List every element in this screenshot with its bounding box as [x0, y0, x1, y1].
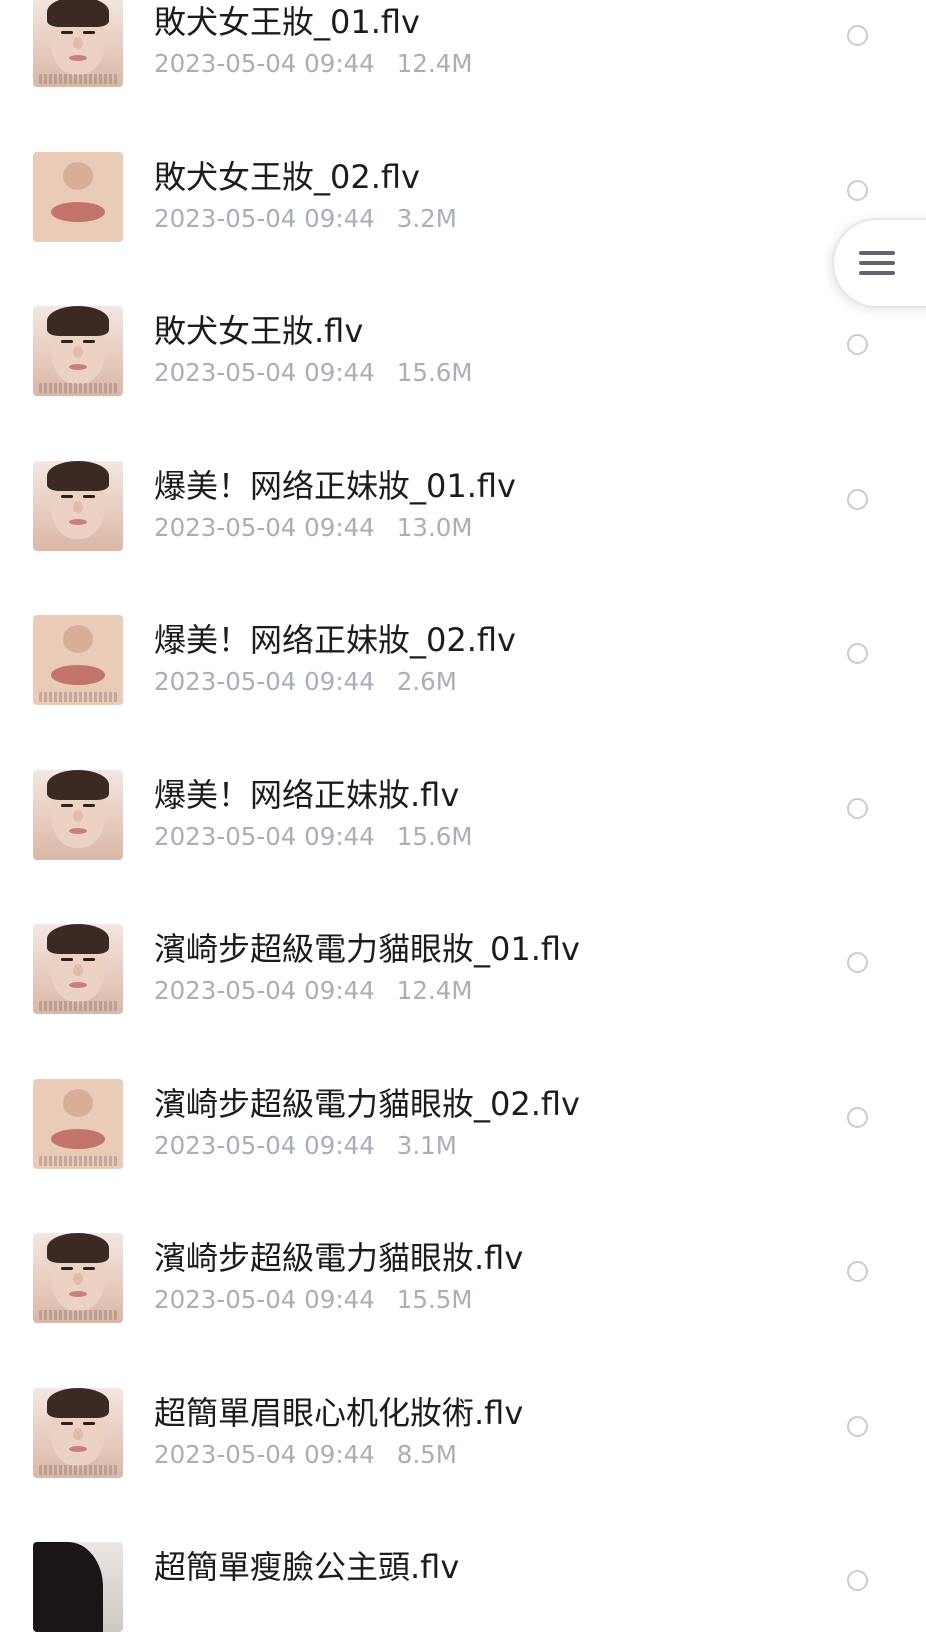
file-name: 超簡單瘦臉公主頭.flv: [154, 1548, 460, 1586]
list-item[interactable]: 敗犬女王妝_02.flv 2023-05-04 09:44 3.2M: [0, 41, 926, 242]
file-meta: [154, 1594, 176, 1624]
file-name: 超簡單眉眼心机化妝術.flv: [154, 1393, 524, 1432]
select-radio[interactable]: [847, 1570, 868, 1591]
file-name: 濱崎步超級電力貓眼妝_01.flv: [154, 930, 580, 968]
list-item[interactable]: 超簡單眉眼心机化妝術.flv 2023-05-04 09:44 8.5M: [0, 1277, 926, 1478]
file-name: 敗犬女王妝_02.flv: [154, 157, 420, 196]
list-item[interactable]: 濱崎步超級電力貓眼妝.flv 2023-05-04 09:44 15.5M: [0, 1122, 926, 1323]
list-item[interactable]: 濱崎步超級電力貓眼妝_02.flv 2023-05-04 09:44 3.1M: [0, 968, 926, 1169]
file-list: 敗犬女王妝_01.flv 2023-05-04 09:44 12.4M 敗犬女王妝…: [0, 0, 926, 1632]
file-name: 濱崎步超級電力貓眼妝.flv: [154, 1239, 524, 1277]
list-item[interactable]: 爆美！网络正妹妝.flv 2023-05-04 09:44 15.6M: [0, 659, 926, 860]
list-item[interactable]: 超簡單瘦臉公主頭.flv: [0, 1431, 926, 1632]
video-thumbnail: [33, 1542, 123, 1632]
file-name: 爆美！网络正妹妝_02.flv: [154, 621, 516, 659]
list-item[interactable]: 爆美！网络正妹妝_02.flv 2023-05-04 09:44 2.6M: [0, 504, 926, 705]
file-name: 敗犬女王妝_01.flv: [154, 3, 420, 41]
list-item[interactable]: 敗犬女王妝.flv 2023-05-04 09:44 15.6M: [0, 195, 926, 396]
floating-menu-button[interactable]: [832, 218, 926, 308]
list-item[interactable]: 爆美！网络正妹妝_01.flv 2023-05-04 09:44 13.0M: [0, 350, 926, 551]
hamburger-menu-icon: [859, 248, 895, 278]
file-name: 爆美！网络正妹妝.flv: [154, 775, 460, 814]
file-name: 爆美！网络正妹妝_01.flv: [154, 466, 516, 505]
list-item[interactable]: 敗犬女王妝_01.flv 2023-05-04 09:44 12.4M: [0, 0, 926, 87]
file-name: 敗犬女王妝.flv: [154, 312, 364, 350]
list-item[interactable]: 濱崎步超級電力貓眼妝_01.flv 2023-05-04 09:44 12.4M: [0, 813, 926, 1014]
file-name: 濱崎步超級電力貓眼妝_02.flv: [154, 1084, 580, 1123]
